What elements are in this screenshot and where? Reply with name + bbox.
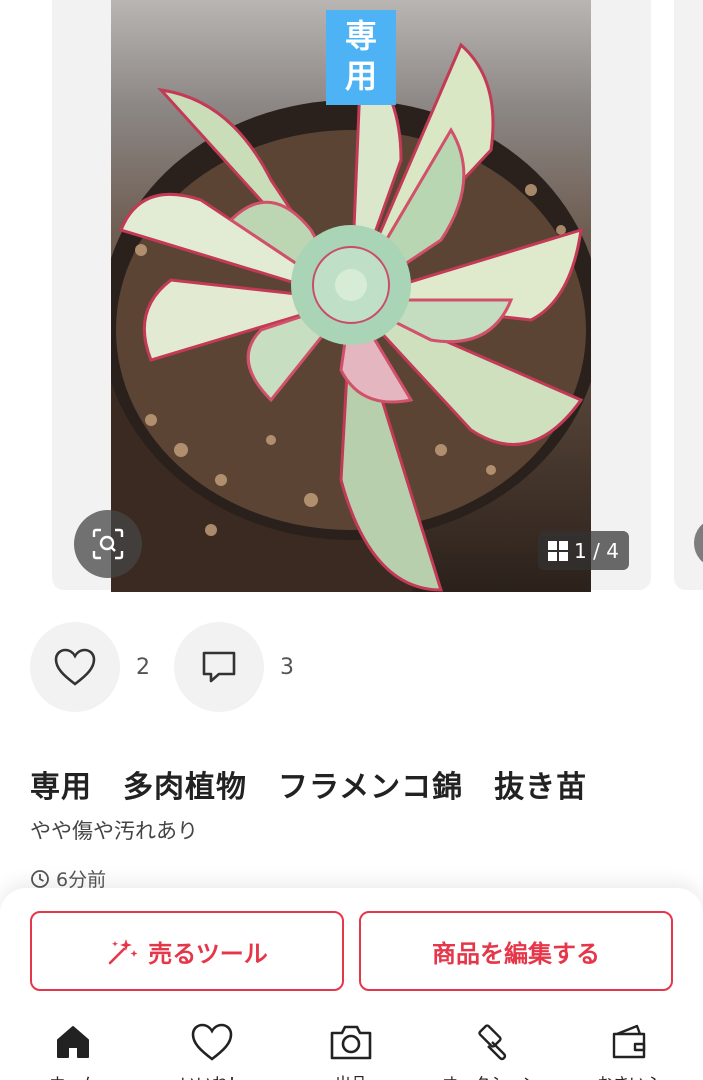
nav-item-wallet[interactable]: おさいふ [579,1020,679,1080]
nav-item-auction[interactable]: オークション [440,1020,540,1080]
edit-item-button[interactable]: 商品を編集する [359,911,673,991]
item-title: 専用 多肉植物 フラメンコ錦 抜き苗 [30,770,588,805]
next-image-card[interactable] [674,0,703,590]
image-carousel[interactable]: 専 用 1 / 4 [0,0,703,592]
like-button[interactable] [30,622,120,712]
badge-line-2: 用 [344,57,377,95]
badge-line-1: 専 [344,17,377,55]
nav-item-likes[interactable]: いいね！ [162,1020,262,1080]
home-icon [57,1026,89,1058]
gavel-icon [478,1024,507,1061]
bottom-sheet: 売るツール 商品を編集する ホーム いいね！ [0,888,703,1080]
comment-count: 3 [280,654,294,680]
item-condition: やや傷や汚れあり [30,819,198,843]
lens-scan-icon [92,528,124,560]
image-counter[interactable]: 1 / 4 [538,531,629,570]
like-count: 2 [136,654,150,680]
nav-label-sell: 出品 [301,1070,401,1080]
image-counter-text: 1 / 4 [574,538,619,563]
nav-label-home: ホーム [23,1070,123,1080]
sparkle-wand-icon [108,939,138,965]
exclusive-badge: 専 用 [326,10,396,105]
comment-button[interactable] [174,622,264,712]
clock-icon [31,869,49,888]
camera-icon [330,1025,372,1060]
image-search-button[interactable] [74,510,142,578]
engagement-bar: 2 3 [30,622,316,712]
nav-item-sell[interactable]: 出品 [301,1020,401,1080]
bottom-nav: ホーム いいね！ 出品 [0,1020,703,1080]
nav-item-home[interactable]: ホーム [23,1020,123,1080]
product-photo[interactable]: 専 用 [111,0,591,592]
sell-tool-button[interactable]: 売るツール [30,911,344,991]
edit-item-label: 商品を編集する [432,939,600,968]
sell-tool-label: 売るツール [148,939,268,968]
nav-label-auction: オークション [440,1070,540,1080]
nav-label-likes: いいね！ [162,1070,262,1080]
heart-icon [191,1023,233,1061]
grid-icon [548,540,569,561]
heart-icon [54,648,96,686]
nav-label-wallet: おさいふ [579,1070,679,1080]
comment-icon [202,651,236,683]
wallet-icon [612,1024,646,1059]
